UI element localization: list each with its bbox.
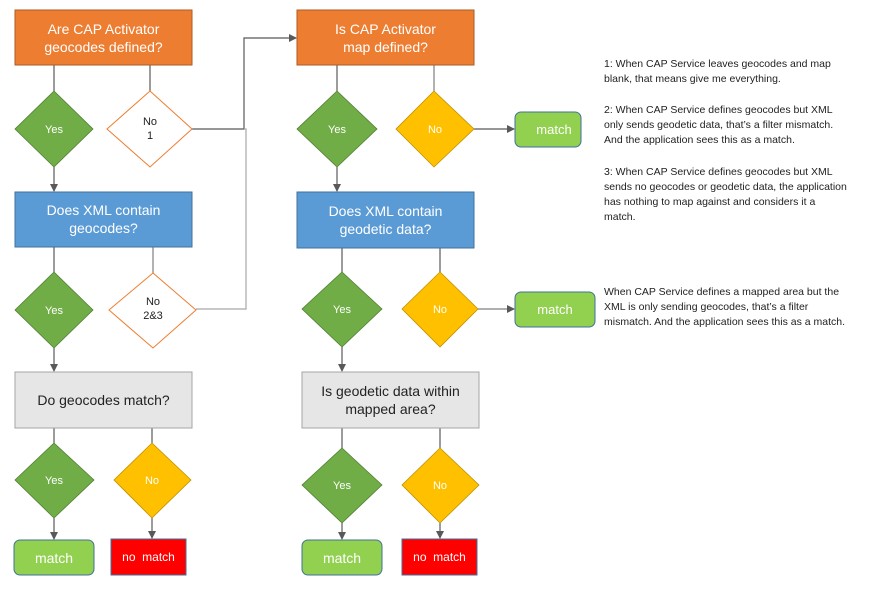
diamond-r1-no: No (395, 90, 475, 168)
result-r3-no-match-label: no match (413, 550, 466, 564)
diamond-l2-yes-label: Yes (45, 305, 63, 317)
box-xml-geocodes-line2: geocodes? (69, 220, 138, 236)
diamond-r2-yes-label: Yes (333, 304, 351, 316)
note-1-line: 1: When CAP Service leaves geocodes and … (604, 58, 831, 70)
result-r3-match-label: match (323, 550, 361, 566)
result-l-match-label: match (35, 550, 73, 566)
box-geocodes-match: Do geocodes match? (14, 371, 193, 429)
result-r1-match-label: match (536, 122, 571, 137)
box-map-defined: Is CAP Activator map defined? (296, 9, 475, 66)
diamond-l3-no-label: No (145, 475, 159, 487)
note-1-line: blank, that means give me everything. (604, 73, 781, 85)
box-geodetic-within-area-line2: mapped area? (345, 401, 436, 417)
diamond-r1-yes-label: Yes (328, 124, 346, 136)
diamond-l3-no: No (113, 442, 192, 519)
diamond-r2-no-label: No (433, 304, 447, 316)
result-r2-match-label: match (537, 302, 572, 317)
result-r1-match: match (514, 111, 582, 148)
result-l-no-match-label: no match (122, 550, 175, 564)
diamond-r3-yes-label: Yes (333, 480, 351, 492)
note-4-line: mismatch. And the application sees this … (604, 316, 846, 328)
result-l-match: match (13, 539, 95, 576)
box-xml-geocodes: Does XML contain geocodes? (14, 191, 193, 248)
note-4-line: When CAP Service defines a mapped area b… (604, 286, 840, 298)
diamond-l2-no: No 2&3 (108, 272, 197, 349)
diamond-r2-yes: Yes (301, 271, 383, 348)
box-geocodes-match-line1: Do geocodes match? (37, 392, 170, 408)
box-xml-geodetic: Does XML contain geodetic data? (296, 191, 475, 249)
diamond-r2-no: No (401, 271, 479, 348)
box-xml-geocodes-line1: Does XML contain (47, 202, 161, 218)
box-geodetic-within-area-line1: Is geodetic data within (321, 383, 460, 399)
result-r3-match: match (301, 539, 383, 576)
note-3: 3: When CAP Service defines geocodes but… (604, 165, 847, 225)
diamond-l1-yes: Yes (14, 90, 94, 168)
note-3-line: match. (604, 211, 636, 223)
note-2-line: And the application sees this as a match… (604, 134, 795, 146)
diamond-l1-yes-label: Yes (45, 124, 63, 136)
note-4-line: XML is only sending geocodes, that’s a f… (604, 301, 809, 313)
diamond-r3-yes: Yes (301, 447, 383, 524)
connector-no1-to-map-defined (192, 34, 297, 130)
diamond-l2-no-line2: 2&3 (143, 310, 163, 322)
note-3-line: has nothing to map against and considers… (604, 196, 816, 208)
box-geocodes-defined-line1: Are CAP Activator (48, 21, 160, 37)
result-r3-no-match: no match (401, 538, 478, 576)
diamond-l1-no: No 1 (106, 90, 193, 168)
note-3-line: 3: When CAP Service defines geocodes but… (604, 166, 833, 178)
box-geocodes-defined: Are CAP Activator geocodes defined? (14, 9, 193, 66)
box-geodetic-within-area: Is geodetic data within mapped area? (301, 371, 480, 429)
note-3-line: sends no geocodes or geodetic data, the … (604, 181, 847, 193)
box-xml-geodetic-line1: Does XML contain (329, 203, 443, 219)
diamond-l2-yes: Yes (14, 271, 94, 349)
box-map-defined-line2: map defined? (343, 39, 428, 55)
note-4: When CAP Service defines a mapped area b… (604, 285, 845, 330)
note-2: 2: When CAP Service defines geocodes but… (604, 103, 833, 148)
box-map-defined-line1: Is CAP Activator (335, 21, 436, 37)
connector-no23-to-map-defined (196, 128, 247, 310)
diamond-l3-yes: Yes (14, 442, 95, 519)
note-2-line: 2: When CAP Service defines geocodes but… (604, 104, 833, 116)
note-1: 1: When CAP Service leaves geocodes and … (604, 57, 831, 87)
diamond-l3-yes-label: Yes (45, 475, 63, 487)
note-2-line: only sends geodetic data, that’s a filte… (604, 119, 834, 131)
diamond-l1-no-line2: 1 (147, 130, 153, 142)
diamond-l1-no-line1: No (143, 116, 157, 128)
diamond-r3-no: No (401, 447, 480, 524)
diamond-r3-no-label: No (433, 480, 447, 492)
result-l-no-match: no match (110, 538, 187, 576)
diamond-r1-no-label: No (428, 124, 442, 136)
diamond-r1-yes: Yes (296, 90, 378, 168)
result-r2-match: match (514, 291, 596, 328)
box-xml-geodetic-line2: geodetic data? (340, 221, 432, 237)
box-geocodes-defined-line2: geocodes defined? (44, 39, 163, 55)
diamond-l2-no-line1: No (146, 296, 160, 308)
